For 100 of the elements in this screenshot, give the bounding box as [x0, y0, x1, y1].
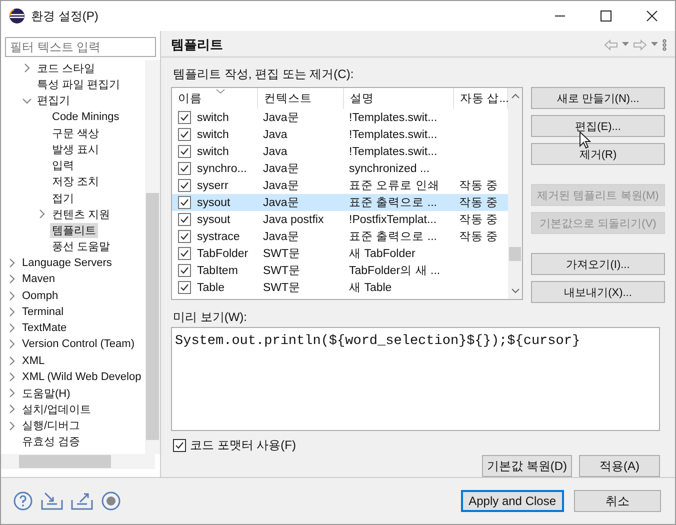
scroll-up-icon[interactable]	[510, 93, 520, 99]
table-row[interactable]: TabItem SWT문 TabFolder의 새 ...	[172, 262, 508, 279]
tree-item[interactable]: 접기	[50, 190, 76, 206]
tree-item[interactable]: TextMate	[20, 322, 69, 334]
table-cell-text: 작동 중	[459, 230, 498, 244]
table-row[interactable]: switch Java !Templates.swit...	[172, 143, 508, 160]
side-button[interactable]: 제거(R)	[531, 143, 665, 165]
tree-item[interactable]: XML	[20, 354, 47, 367]
expand-icon[interactable]	[7, 258, 17, 268]
scrollbar[interactable]	[145, 60, 160, 454]
expand-icon[interactable]	[7, 323, 17, 334]
table-cell-text: Java문	[263, 196, 300, 210]
expand-icon[interactable]	[7, 388, 17, 398]
expand-icon[interactable]	[7, 339, 17, 350]
tree-item[interactable]: Language Servers	[20, 257, 114, 270]
record-icon[interactable]	[101, 491, 121, 511]
tree-item[interactable]: 특성 파일 편집기	[35, 76, 122, 92]
tree-item[interactable]: 입력	[50, 158, 76, 174]
close-icon[interactable]	[646, 10, 658, 22]
table-row[interactable]: TabFolder SWT문 새 TabFolder	[172, 245, 508, 262]
scroll-down-icon[interactable]	[510, 288, 520, 294]
tree-item[interactable]: 저장 조치	[50, 174, 102, 190]
scrollbar[interactable]	[508, 88, 522, 299]
back-icon[interactable]	[604, 38, 618, 50]
tree-item[interactable]: 코드 스타일	[35, 60, 98, 76]
tree-item[interactable]: XML (Wild Web Develop	[20, 370, 144, 383]
checkbox[interactable]	[178, 230, 191, 243]
tree-item[interactable]: Version Control (Team)	[20, 338, 136, 350]
table-row[interactable]: sysout Java postfix !PostfixTemplat... 작동 중	[172, 211, 508, 228]
expand-icon[interactable]	[7, 404, 17, 414]
tree-item[interactable]: 템플리트	[50, 223, 98, 238]
sort-icon	[216, 89, 225, 94]
checkbox[interactable]	[178, 128, 191, 141]
forward-icon[interactable]	[633, 38, 647, 50]
page-title: 템플리트	[171, 36, 224, 54]
checkbox[interactable]	[178, 281, 191, 294]
menu-icon[interactable]	[662, 38, 667, 50]
checkbox[interactable]	[178, 196, 191, 209]
table-cell-text: SWT문	[263, 264, 301, 278]
dialog-button[interactable]: 취소	[574, 490, 661, 512]
table-cell: Java postfix	[263, 214, 324, 226]
tree-item[interactable]: Code Minings	[50, 110, 122, 123]
checkbox[interactable]	[173, 439, 186, 452]
expand-icon[interactable]	[7, 274, 17, 284]
table-cell: !Templates.swit...	[349, 128, 438, 140]
page-button[interactable]: 기본값 복원(D)	[482, 455, 572, 477]
checkbox[interactable]	[178, 162, 191, 175]
scroll-thumb[interactable]	[509, 246, 521, 260]
expand-icon[interactable]	[7, 290, 17, 301]
maximize-icon[interactable]	[600, 10, 612, 22]
help-icon[interactable]	[13, 491, 33, 511]
expand-icon[interactable]	[7, 420, 17, 431]
expand-icon[interactable]	[7, 306, 17, 317]
tree-item[interactable]: 실행/디버그	[20, 418, 82, 434]
scrollbar[interactable]	[1, 454, 155, 469]
table-row[interactable]: syserr Java문 표준 오류로 인쇄 작동 중	[172, 177, 508, 194]
filter-field[interactable]: 필터 텍스트 입력	[5, 37, 156, 57]
table-row[interactable]: synchro... Java문 synchronized ...	[172, 160, 508, 177]
page-button[interactable]: 적용(A)	[579, 455, 660, 477]
checkbox[interactable]	[178, 247, 191, 260]
expand-icon[interactable]	[37, 209, 47, 220]
table-cell: switch	[197, 112, 229, 124]
tree-item[interactable]: Maven	[20, 273, 58, 286]
table-row[interactable]: switch Java문 !Templates.swit...	[172, 109, 508, 126]
dialog-button[interactable]: Apply and Close	[460, 490, 564, 512]
tree-item[interactable]: 컨텐츠 지원	[50, 206, 112, 222]
column-header[interactable]: 이름	[172, 88, 258, 109]
expand-icon[interactable]	[7, 356, 17, 366]
tree-item[interactable]: 설치/업데이트	[20, 402, 94, 417]
table-row[interactable]: sysout Java문 표준 출력으로 ... 작동 중	[172, 194, 508, 211]
dropdown-icon[interactable]	[622, 42, 629, 47]
dropdown-icon[interactable]	[651, 42, 658, 47]
expand-icon[interactable]	[7, 372, 17, 382]
checkbox[interactable]	[178, 111, 191, 124]
collapse-icon[interactable]	[22, 96, 32, 106]
table-row[interactable]: switch Java !Templates.swit...	[172, 126, 508, 143]
export-icon[interactable]	[71, 491, 93, 511]
column-header[interactable]: 설명	[344, 88, 454, 109]
checkbox[interactable]	[178, 179, 191, 192]
tree-item[interactable]: Terminal	[20, 306, 66, 318]
side-button[interactable]: 가져오기(I)...	[531, 253, 665, 275]
checkbox[interactable]	[178, 213, 191, 226]
tree-item[interactable]: 편집기	[35, 93, 72, 108]
table-row[interactable]: Table SWT문 새 Table	[172, 279, 508, 296]
expand-icon[interactable]	[22, 63, 32, 74]
table-row[interactable]: systrace Java문 표준 출력으로 ... 작동 중	[172, 228, 508, 245]
checkbox[interactable]	[178, 264, 191, 277]
tree-item[interactable]: Oomph	[20, 290, 60, 302]
column-header[interactable]: 컨텍스트	[258, 88, 344, 109]
checkbox-label[interactable]: 코드 포맷터 사용(F)	[190, 437, 296, 454]
checkbox[interactable]	[178, 145, 191, 158]
import-icon[interactable]	[41, 491, 63, 511]
side-button[interactable]: 내보내기(X)...	[531, 281, 665, 303]
tree-item[interactable]: 도움말(H)	[20, 386, 72, 401]
tree-item[interactable]: 구문 색상	[50, 126, 102, 141]
side-button[interactable]: 편집(E)...	[531, 115, 665, 137]
tree-item[interactable]: 유효성 검증	[20, 434, 82, 450]
side-button[interactable]: 새로 만들기(N)...	[531, 87, 665, 109]
tree-item[interactable]: 풍선 도움말	[50, 239, 112, 254]
tree-item[interactable]: 발생 표시	[50, 142, 102, 157]
